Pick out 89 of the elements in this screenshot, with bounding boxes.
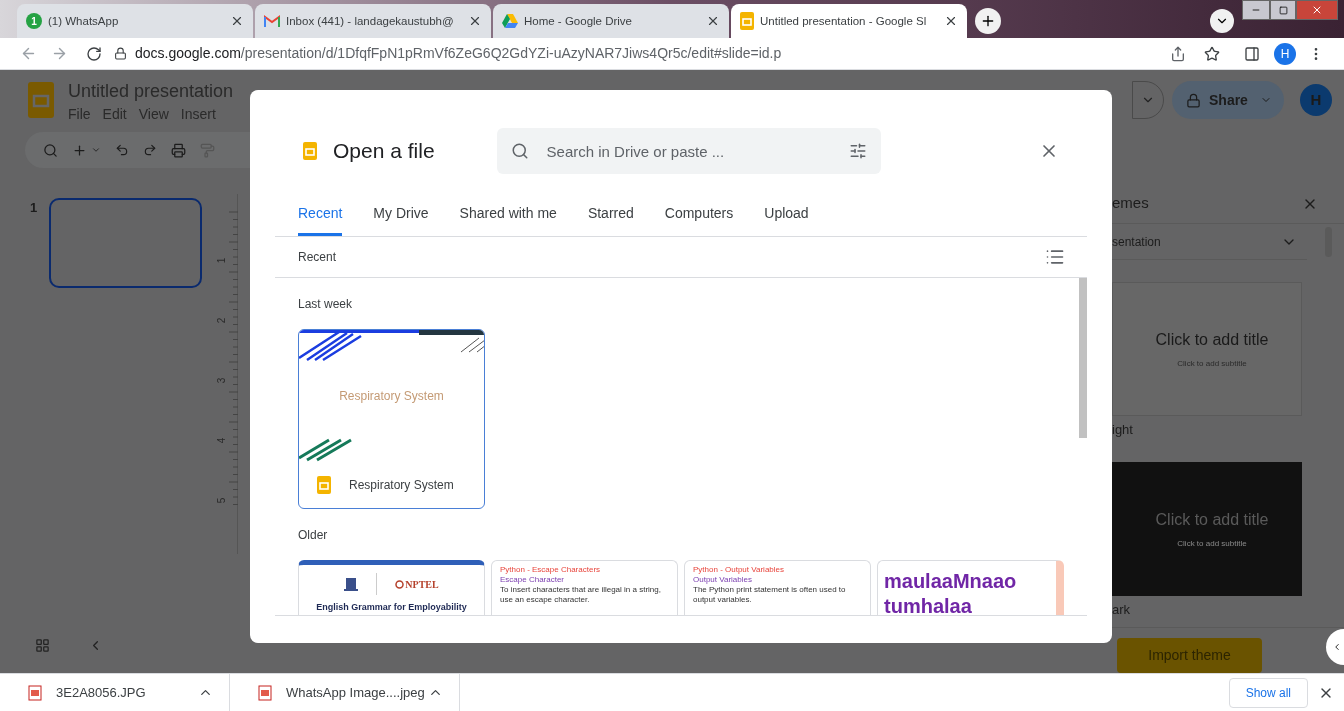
slide-thumbnail[interactable] (49, 198, 203, 288)
file-thumbnail[interactable]: maulaaMnaao tumhalaa (877, 560, 1064, 615)
image-file-icon (28, 684, 42, 701)
search-icon[interactable] (43, 142, 58, 158)
envelope-m-icon (264, 15, 280, 28)
dialog-tab[interactable]: Computers (664, 194, 734, 236)
caret-icon[interactable] (91, 145, 101, 155)
ruler-number: 5 (215, 497, 229, 503)
group-heading: Last week (298, 296, 354, 313)
undo-icon[interactable] (115, 143, 129, 157)
file-name: Respiratory System (349, 477, 454, 495)
tab-title: Home - Google Drive (524, 13, 632, 29)
lock-icon (114, 47, 127, 61)
tab-search-button[interactable] (1210, 9, 1234, 34)
slides-icon (303, 142, 317, 160)
slides-icon (740, 12, 754, 31)
slide-text: The Python print statement is often used to output variables. (693, 585, 847, 605)
slide-title: Respiratory System (339, 388, 444, 406)
image-file-icon (258, 684, 272, 701)
search-icon (510, 142, 529, 160)
browser-tab[interactable]: Home - Google Drive (493, 4, 729, 39)
browser-tab[interactable]: Inbox (441) - landagekaustubh@ (255, 4, 491, 39)
file-thumbnail[interactable]: Python - Escape Characters Escape Character To insert characters that are illegal in a string, use an escape character. (491, 560, 678, 615)
side-panel-icon[interactable] (1244, 45, 1260, 62)
slides-logo-icon (28, 82, 54, 118)
notification-badge: 1 (26, 13, 42, 30)
browser-tab[interactable]: Untitled presentation - Google Sl (731, 4, 967, 39)
theme-preview[interactable]: Click to add title Click to add subtitle (1112, 461, 1302, 596)
maximize-button[interactable] (1270, 0, 1296, 20)
slide-text: tumhalaa (884, 594, 973, 615)
theme-name: ark (1112, 600, 1132, 619)
file-thumbnail[interactable]: NPTEL English Grammar for Employability (298, 560, 485, 615)
dialog-title: Open a file (333, 138, 435, 165)
logo-text: NPTEL (405, 577, 439, 592)
ruler-number: 4 (215, 437, 229, 443)
crest-icon (344, 577, 359, 591)
panel-title: emes (1112, 193, 1149, 214)
download-item[interactable]: WhatsApp Image....jpeg (230, 673, 460, 711)
address-field[interactable]: docs.google.com/presentation/d/1DfqfFpN1pRmVf6ZeG6Q2GdYZi-uAzyNAR7Jiws4Qr5c/edit#slide=id.p (114, 39, 1152, 69)
bookmark-icon[interactable] (1204, 45, 1220, 62)
slide-heading: Python - Escape Characters (500, 565, 602, 575)
list-view-icon[interactable] (1045, 247, 1065, 267)
lock-icon (1186, 92, 1201, 108)
dialog-tab[interactable]: Starred (587, 194, 634, 236)
theme-name: ight (1112, 421, 1134, 439)
download-item[interactable]: 3E2A8056.JPG (0, 673, 230, 711)
slide-subheading: Escape Character (500, 575, 566, 585)
preview-subtitle: Click to add subtitle (1177, 537, 1247, 550)
tab-title: (1) WhatsApp (48, 13, 119, 29)
slide-subheading: Output Variables (693, 575, 753, 585)
preview-title: Click to add title (1155, 509, 1269, 530)
dialog-tab[interactable]: Upload (764, 194, 809, 236)
file-thumbnail[interactable]: Python - Output Variables Output Variables The Python print statement is often used to output variables. (684, 560, 871, 615)
new-tab-button[interactable] (975, 8, 1001, 35)
dialog-tab[interactable]: Shared with me (459, 194, 557, 236)
browser-tab[interactable]: 1 (1) WhatsApp (17, 4, 253, 39)
ruler-number: 1 (215, 257, 229, 263)
share-icon[interactable] (1170, 45, 1186, 62)
slide-text: To insert characters that are illegal in a string, use an escape character. (500, 585, 662, 605)
group-heading: Older (298, 527, 329, 544)
slides-icon (317, 476, 331, 495)
dialog-tab[interactable]: Recent (298, 194, 343, 236)
profile-avatar[interactable]: H (1274, 42, 1296, 65)
grid-view-icon[interactable] (35, 638, 50, 653)
redo-icon[interactable] (143, 143, 157, 157)
triangle-icon (502, 14, 518, 29)
slide-text: maulaaMnaao (884, 569, 1018, 594)
plus-icon[interactable] (72, 142, 87, 158)
preview-title: Click to add title (1155, 330, 1269, 350)
file-name: 3E2A8056.JPG (56, 683, 146, 702)
search-field[interactable]: Search in Drive or paste ... (496, 128, 881, 174)
tab-title: Untitled presentation - Google Sl (760, 13, 927, 29)
tab-title: Inbox (441) - landagekaustubh@ (286, 13, 454, 29)
section-label: Recent (298, 249, 337, 266)
filter-icon[interactable] (848, 142, 867, 160)
slide-heading: Python - Output Variables (693, 565, 785, 575)
close-icon (1311, 4, 1323, 16)
minimize-button[interactable] (1242, 0, 1270, 20)
file-name: WhatsApp Image....jpeg (286, 683, 425, 702)
file-card[interactable]: Respiratory System Respiratory System (298, 329, 485, 509)
scrollbar-thumb[interactable] (1079, 278, 1087, 438)
slide-title: English Grammar for Employability (316, 603, 467, 612)
dialog-tab[interactable]: My Drive (373, 194, 429, 236)
reload-icon[interactable] (86, 45, 102, 62)
maximize-icon (1278, 5, 1288, 15)
chevron-left-icon (1332, 642, 1342, 652)
show-all-button[interactable]: Show all (1228, 677, 1308, 708)
print-icon[interactable] (171, 142, 186, 158)
slide-number: 1 (30, 199, 38, 217)
